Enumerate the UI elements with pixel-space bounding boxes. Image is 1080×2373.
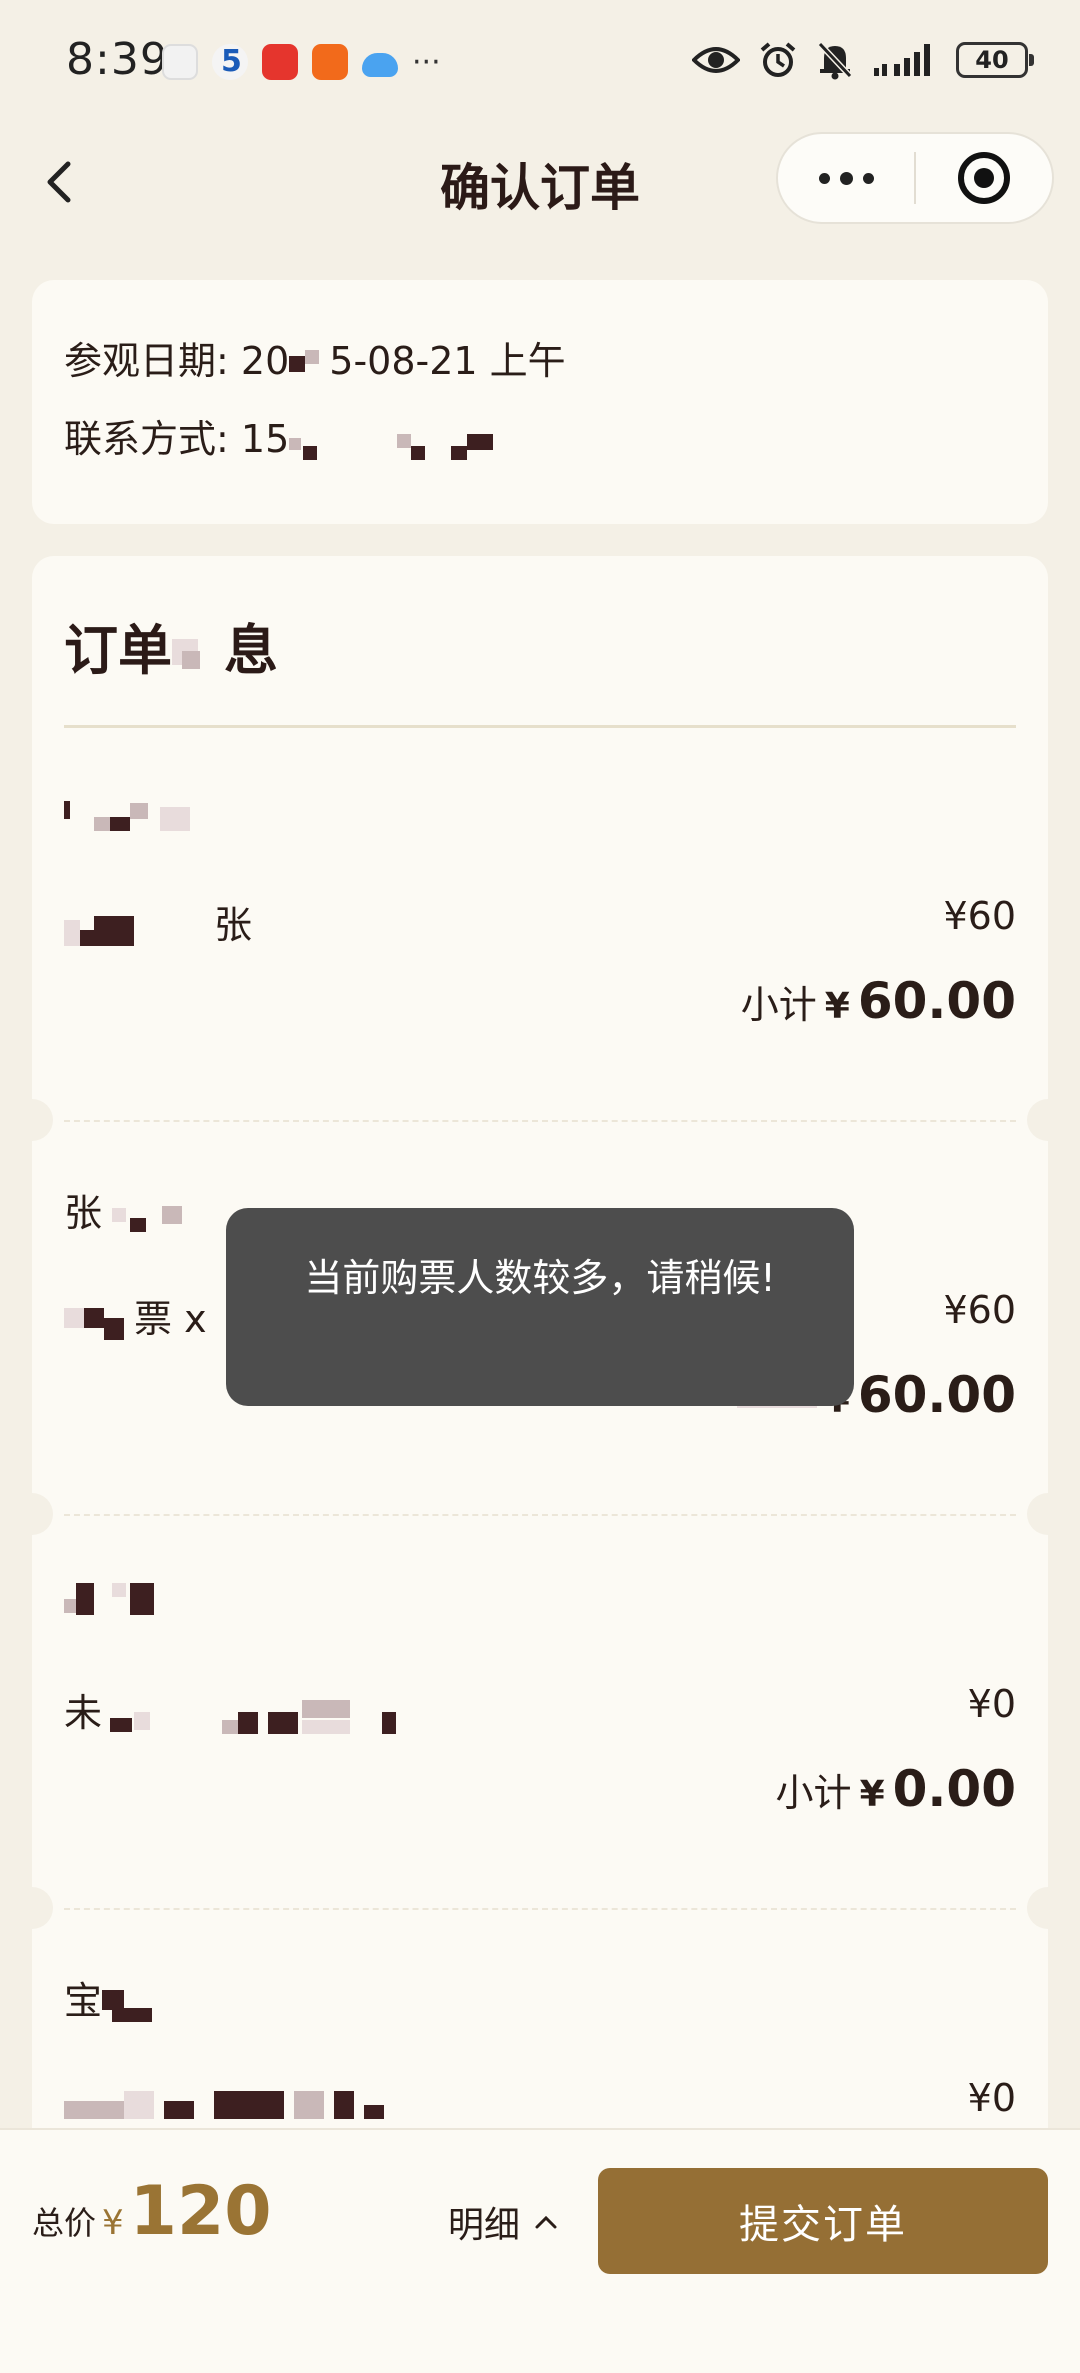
close-mini-program-button[interactable] bbox=[916, 134, 1052, 222]
red-app-icon bbox=[262, 44, 298, 80]
ticket-item: 张 ¥60 小计 ¥ 60.00 bbox=[32, 728, 1048, 1120]
redacted-mosaic bbox=[64, 1582, 184, 1619]
ticket-spec-text: 票 x bbox=[134, 1297, 207, 1341]
detail-label: 明细 bbox=[448, 2205, 521, 2246]
ticket-price: ¥60 bbox=[943, 894, 1016, 938]
ticket-name: 张 bbox=[64, 1182, 192, 1237]
ticket-name: 宝 bbox=[64, 1970, 172, 2025]
contact-label: 联系方式: bbox=[64, 417, 229, 461]
order-info-title: 订单息 bbox=[64, 606, 278, 685]
subtotal-label: 小计 bbox=[740, 983, 817, 1027]
contact-row: 联系方式: 15 bbox=[64, 408, 529, 463]
ticket-price: ¥0 bbox=[967, 1682, 1016, 1726]
nav-bar: 确认订单 bbox=[0, 120, 1080, 244]
subtotal-currency: ¥ bbox=[859, 1774, 885, 1815]
alarm-icon bbox=[758, 40, 798, 80]
redacted-mosaic bbox=[64, 795, 204, 831]
total-price: 总价 ¥ 120 bbox=[32, 2172, 272, 2251]
mute-bell-icon bbox=[816, 40, 854, 80]
order-info-card: 订单息 张 ¥60 小计 ¥ 60.00 张 票 x ¥60 ¥ 60.00 bbox=[11, 556, 1069, 2373]
redacted-mosaic bbox=[102, 1986, 172, 2022]
redacted-mosaic bbox=[289, 424, 529, 460]
ticket-price: ¥60 bbox=[943, 1288, 1016, 1332]
visit-info-card: 参观日期: 20 5-08-21 上午 联系方式: 15 bbox=[32, 280, 1048, 524]
mini-program-capsule bbox=[776, 132, 1054, 224]
status-time: 8:39 bbox=[66, 34, 169, 85]
status-bar: 8:39 ··· 40 bbox=[0, 0, 1080, 120]
notification-icons: ··· bbox=[162, 44, 441, 80]
subtotal-amount: 60.00 bbox=[857, 972, 1016, 1030]
target-icon bbox=[957, 152, 1010, 204]
ticket-subtotal: 小计 ¥ 60.00 bbox=[741, 972, 1016, 1030]
visit-date-row: 参观日期: 20 5-08-21 上午 bbox=[64, 330, 566, 385]
contact-value: 15 bbox=[240, 417, 290, 461]
subtotal-currency: ¥ bbox=[824, 986, 850, 1027]
eye-icon bbox=[692, 42, 740, 78]
orange-app-icon bbox=[312, 44, 348, 80]
ticket-spec: 张 bbox=[64, 894, 252, 949]
submit-order-button[interactable]: 提交订单 bbox=[598, 2168, 1048, 2274]
total-currency: ¥ bbox=[102, 2203, 124, 2243]
redacted-mosaic bbox=[64, 910, 214, 946]
ticket-name-prefix: 张 bbox=[64, 1191, 103, 1235]
checkout-bar: 总价 ¥ 120 明细 提交订单 bbox=[0, 2128, 1080, 2373]
redacted-mosaic bbox=[64, 2083, 484, 2119]
ticket-name bbox=[64, 788, 204, 832]
confirm-order-page: 8:39 ··· 40 bbox=[0, 0, 1080, 2373]
app-5-icon bbox=[212, 44, 248, 80]
huawei-store-icon bbox=[162, 44, 198, 80]
ticket-price: ¥0 bbox=[967, 2076, 1016, 2120]
more-dot-icon bbox=[818, 172, 830, 184]
ticket-subtotal: 小计 ¥ 0.00 bbox=[776, 1760, 1016, 1818]
system-icons: 40 bbox=[692, 40, 1034, 80]
battery-icon: 40 bbox=[956, 42, 1034, 78]
redacted-mosaic bbox=[102, 1198, 192, 1234]
visit-date-value-b: 5-08-21 上午 bbox=[329, 339, 566, 383]
redacted-mosaic bbox=[64, 1304, 134, 1340]
ticket-spec-prefix: 未 bbox=[64, 1691, 103, 1735]
subtotal-label: 小计 bbox=[775, 1771, 852, 1815]
toast-message: 当前购票人数较多，请稍候! bbox=[226, 1208, 854, 1406]
order-title-text-a: 订单 bbox=[64, 618, 172, 682]
redacted-mosaic bbox=[172, 629, 224, 681]
visit-date-label: 参观日期: bbox=[64, 339, 229, 383]
ticket-name bbox=[64, 1576, 184, 1620]
subtotal-amount: 0.00 bbox=[892, 1760, 1016, 1818]
visit-date-value-a: 20 bbox=[240, 339, 290, 383]
redacted-mosaic bbox=[289, 346, 329, 382]
more-menu-button[interactable] bbox=[778, 134, 914, 222]
ticket-spec: 票 x bbox=[64, 1288, 207, 1343]
ticket-name-prefix: 宝 bbox=[64, 1979, 103, 2023]
more-dot-icon bbox=[839, 171, 853, 185]
chevron-up-icon bbox=[535, 2215, 557, 2229]
total-amount: 120 bbox=[129, 2172, 272, 2251]
ticket-spec-suffix: 张 bbox=[214, 903, 253, 947]
ticket-item: 未 ¥0 小计 ¥ 0.00 bbox=[32, 1516, 1048, 1908]
ticket-spec bbox=[64, 2076, 484, 2120]
ticket-spec: 未 bbox=[64, 1682, 482, 1737]
order-title-text-b: 息 bbox=[224, 618, 278, 682]
cloud-icon bbox=[362, 53, 398, 77]
price-detail-button[interactable]: 明细 bbox=[448, 2196, 558, 2248]
total-label: 总价 bbox=[32, 2204, 97, 2242]
subtotal-amount: 60.00 bbox=[857, 1366, 1016, 1424]
more-notifications-icon: ··· bbox=[412, 44, 441, 80]
redacted-mosaic bbox=[102, 1698, 482, 1734]
signal-icon bbox=[872, 42, 938, 78]
more-dot-icon bbox=[862, 172, 874, 184]
